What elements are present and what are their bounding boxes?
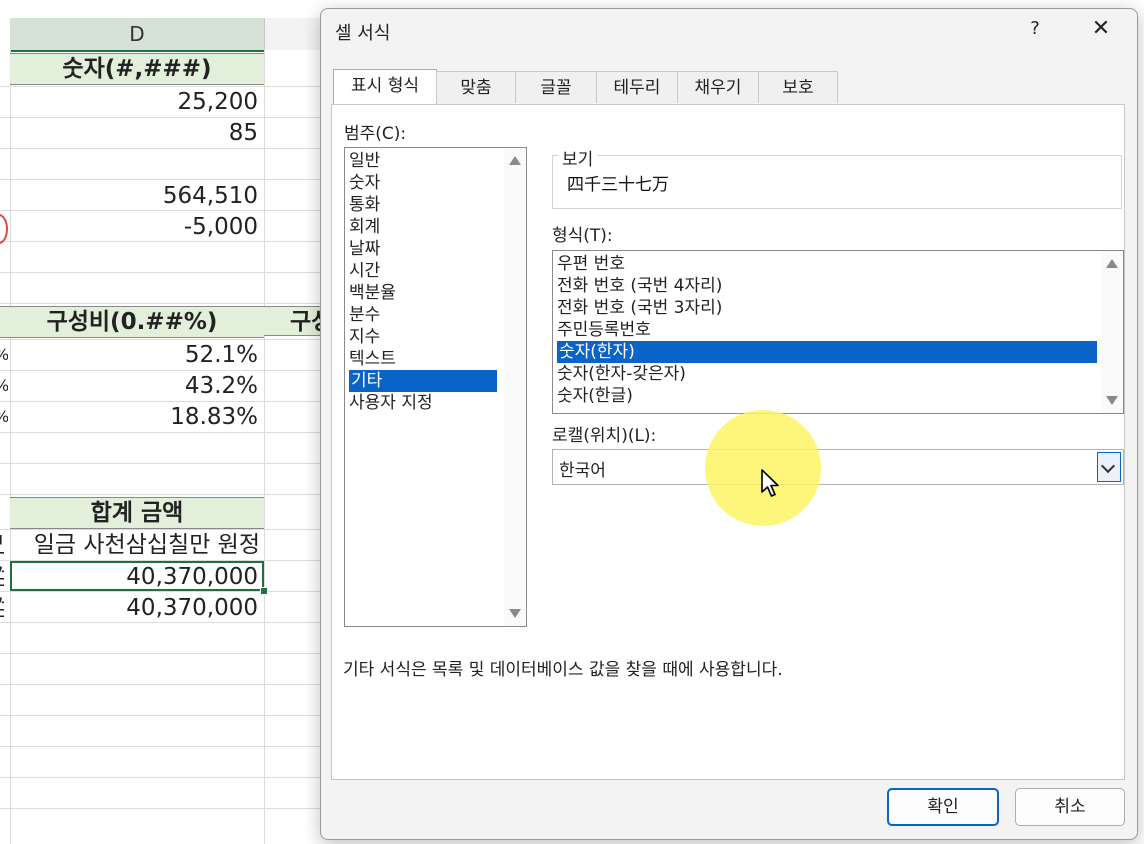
category-item[interactable]: 일반	[349, 150, 380, 172]
cell-fragment: 검	[0, 593, 4, 623]
category-label: 범주(C):	[344, 124, 407, 144]
category-item[interactable]: 회계	[349, 216, 380, 238]
type-item-selected[interactable]: 숫자(한자)	[557, 341, 1097, 363]
category-item[interactable]: 숫자	[349, 172, 380, 194]
cell-fragment: 만	[0, 530, 4, 560]
type-scrollbar[interactable]	[1101, 251, 1123, 413]
scroll-up-icon[interactable]	[1106, 259, 1118, 268]
type-item[interactable]: 숫자(한자-갖은자)	[557, 363, 686, 385]
cell-header-number-format[interactable]: 숫자(#,###)	[10, 53, 264, 85]
type-label: 형식(T):	[552, 226, 613, 246]
red-circle-mark	[0, 214, 8, 244]
cell-value[interactable]: 564,510	[10, 181, 258, 211]
tab-border[interactable]: 테두리	[596, 71, 678, 103]
chevron-down-icon	[1100, 458, 1116, 474]
tab-alignment[interactable]: 맞춤	[436, 71, 516, 103]
type-item[interactable]: 우편 번호	[557, 253, 625, 275]
help-button[interactable]: ?	[1021, 15, 1049, 43]
category-item[interactable]: 통화	[349, 194, 380, 216]
category-item[interactable]: 백분율	[349, 282, 396, 304]
cell-fragment: %	[0, 402, 8, 432]
category-item[interactable]: 시간	[349, 260, 380, 282]
cell-value[interactable]: 43.2%	[10, 371, 258, 401]
preview-value: 四千三十七万	[567, 175, 669, 195]
tab-font[interactable]: 글꼴	[515, 71, 597, 103]
format-description: 기타 서식은 목록 및 데이터베이스 값을 찾을 때에 사용합니다.	[343, 660, 783, 680]
cell-value[interactable]: 25,200	[10, 87, 258, 117]
cell-value[interactable]: 일금 사천삼십칠만 원정	[10, 530, 260, 560]
ok-button[interactable]: 확인	[887, 788, 999, 826]
cancel-button[interactable]: 취소	[1015, 788, 1125, 826]
locale-dropdown[interactable]: 한국어	[552, 449, 1124, 485]
locale-dropdown-button[interactable]	[1097, 452, 1121, 482]
fill-handle[interactable]	[260, 587, 268, 595]
column-header-e[interactable]	[264, 18, 325, 50]
category-listbox[interactable]: 일반 숫자 통화 회계 날짜 시간 백분율 분수 지수 텍스트 기타 사용자 지…	[344, 147, 527, 627]
category-item-selected[interactable]: 기타	[349, 370, 497, 392]
cell-value[interactable]: -5,000	[10, 212, 258, 242]
cell-value[interactable]: 52.1%	[10, 340, 258, 370]
category-item[interactable]: 사용자 지정	[349, 392, 433, 414]
category-item[interactable]: 분수	[349, 304, 380, 326]
cell-fragment: %	[0, 340, 8, 370]
category-item[interactable]: 날짜	[349, 238, 380, 260]
cell-fragment: %	[0, 371, 8, 401]
category-scrollbar[interactable]	[504, 148, 526, 626]
cell-header-next-partial[interactable]: 구성	[264, 306, 324, 336]
scroll-down-icon[interactable]	[1106, 396, 1118, 405]
cell-header-ratio-format[interactable]: 구성비(0.##%)	[0, 306, 264, 338]
locale-value: 한국어	[559, 461, 606, 481]
preview-label: 보기	[558, 145, 598, 170]
cell-value[interactable]: 40,370,000	[10, 593, 258, 623]
locale-label: 로캘(위치)(L):	[552, 426, 657, 446]
tab-fill[interactable]: 채우기	[677, 71, 759, 103]
cell-header-total-amount[interactable]: 합계 금액	[10, 497, 264, 529]
tab-number[interactable]: 표시 형식	[333, 69, 437, 105]
category-item[interactable]: 지수	[349, 326, 380, 348]
preview-group: 四千三十七万	[552, 155, 1122, 209]
type-listbox[interactable]: 우편 번호 전화 번호 (국번 4자리) 전화 번호 (국번 3자리) 주민등록…	[552, 250, 1124, 414]
type-item[interactable]: 주민등록번호	[557, 319, 651, 341]
scroll-up-icon[interactable]	[509, 156, 521, 165]
mouse-pointer-icon	[761, 469, 779, 497]
cell-fragment: 검	[0, 562, 4, 592]
close-button[interactable]: ✕	[1087, 15, 1115, 43]
scroll-down-icon[interactable]	[509, 609, 521, 618]
cell-value[interactable]: 18.83%	[10, 402, 258, 432]
type-item[interactable]: 전화 번호 (국번 3자리)	[557, 297, 722, 319]
cell-value[interactable]: 85	[10, 118, 258, 148]
type-item[interactable]: 숫자(한글)	[557, 385, 633, 407]
tab-protection[interactable]: 보호	[758, 71, 838, 103]
dialog-title: 셀 서식	[335, 23, 391, 44]
type-item[interactable]: 전화 번호 (국번 4자리)	[557, 275, 722, 297]
active-cell-border	[10, 561, 264, 591]
category-item[interactable]: 텍스트	[349, 348, 396, 370]
column-header-d[interactable]: D	[10, 18, 264, 52]
